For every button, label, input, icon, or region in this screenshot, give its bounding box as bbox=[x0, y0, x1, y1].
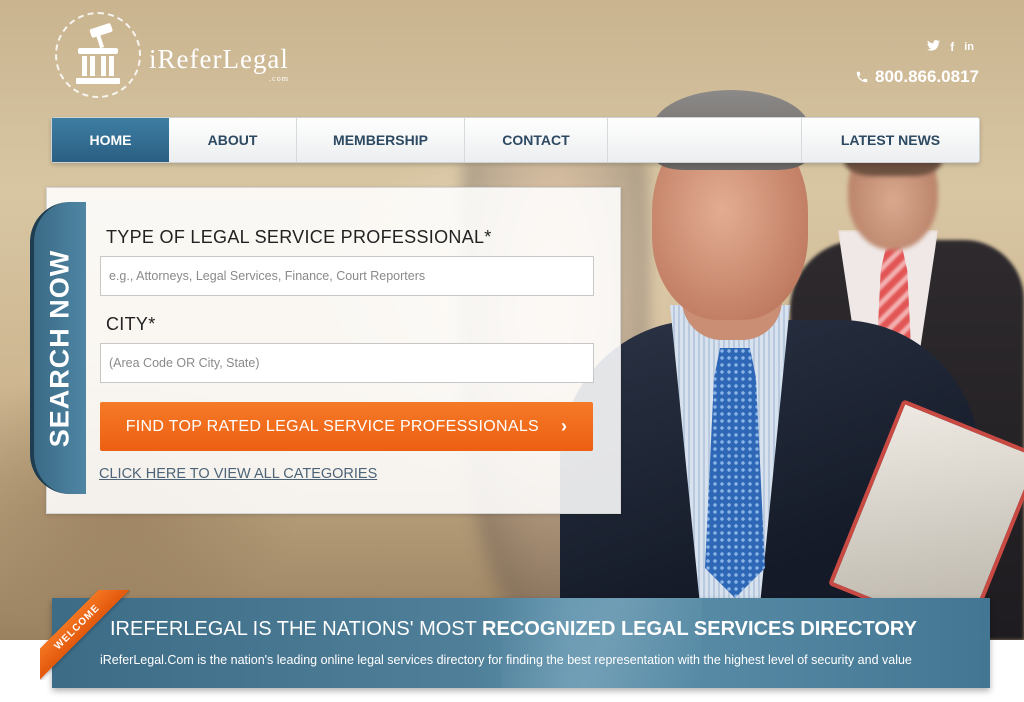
find-professionals-label: FIND TOP RATED LEGAL SERVICE PROFESSIONA… bbox=[125, 417, 539, 435]
welcome-ribbon: WELCOME bbox=[40, 590, 130, 680]
nav-membership[interactable]: MEMBERSHIP bbox=[297, 118, 465, 162]
search-now-label: SEARCH NOW bbox=[44, 249, 75, 447]
city-label: CITY* bbox=[106, 314, 156, 334]
twitter-icon[interactable] bbox=[927, 40, 941, 54]
nav-latest-news[interactable]: LATEST NEWS bbox=[801, 118, 979, 162]
service-type-input[interactable] bbox=[100, 256, 594, 296]
phone-icon bbox=[856, 71, 868, 83]
gavel-column-emblem-icon bbox=[55, 12, 141, 98]
main-navigation: HOME ABOUT MEMBERSHIP CONTACT LATEST NEW… bbox=[51, 117, 980, 163]
site-logo[interactable]: iReferLegal .com bbox=[55, 12, 289, 98]
search-now-tab: SEARCH NOW bbox=[30, 202, 86, 494]
welcome-title-emphasis: RECOGNIZED LEGAL SERVICES DIRECTORY bbox=[482, 618, 917, 640]
logo-suffix: .com bbox=[269, 73, 289, 83]
nav-home[interactable]: HOME bbox=[52, 118, 169, 162]
hero-man-image bbox=[560, 80, 1024, 640]
social-links: f in bbox=[927, 40, 974, 54]
phone-number[interactable]: 800.866.0817 bbox=[855, 67, 979, 87]
facebook-icon[interactable]: f bbox=[950, 40, 954, 54]
welcome-title-prefix: IREFERLEGAL IS THE NATIONS' MOST bbox=[110, 618, 483, 640]
nav-contact[interactable]: CONTACT bbox=[465, 118, 608, 162]
phone-text: 800.866.0817 bbox=[875, 67, 979, 86]
view-all-categories-link[interactable]: CLICK HERE TO VIEW ALL CATEGORIES bbox=[99, 466, 377, 482]
chevron-right-icon: › bbox=[561, 416, 568, 436]
logo-wordmark: iReferLegal bbox=[149, 43, 289, 74]
nav-about[interactable]: ABOUT bbox=[169, 118, 297, 162]
welcome-banner: IREFERLEGAL IS THE NATIONS' MOST RECOGNI… bbox=[52, 598, 990, 688]
welcome-ribbon-label: WELCOME bbox=[40, 590, 130, 680]
linkedin-icon[interactable]: in bbox=[964, 41, 974, 53]
service-type-label: TYPE OF LEGAL SERVICE PROFESSIONAL* bbox=[106, 227, 492, 247]
welcome-title: IREFERLEGAL IS THE NATIONS' MOST RECOGNI… bbox=[110, 618, 917, 641]
welcome-subtitle: iReferLegal.Com is the nation's leading … bbox=[100, 653, 912, 667]
city-input[interactable] bbox=[100, 343, 594, 383]
find-professionals-button[interactable]: FIND TOP RATED LEGAL SERVICE PROFESSIONA… bbox=[100, 402, 593, 451]
